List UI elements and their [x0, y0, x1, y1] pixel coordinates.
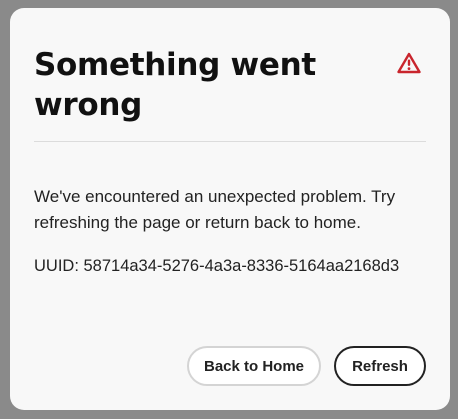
dialog-title: Something went wrong — [34, 47, 316, 123]
refresh-button[interactable]: Refresh — [334, 346, 426, 386]
dialog-footer: Back to Home Refresh — [187, 346, 426, 386]
error-uuid: UUID: 58714a34-5276-4a3a-8336-5164aa2168… — [34, 257, 400, 275]
alert-triangle-icon — [397, 52, 421, 74]
error-dialog: Something went wrong We've encountered a… — [10, 8, 450, 410]
error-message: We've encountered an unexpected problem.… — [34, 187, 396, 232]
dialog-header: Something went wrong — [34, 8, 426, 142]
dialog-body: We've encountered an unexpected problem.… — [34, 142, 426, 278]
back-to-home-button[interactable]: Back to Home — [187, 346, 321, 386]
